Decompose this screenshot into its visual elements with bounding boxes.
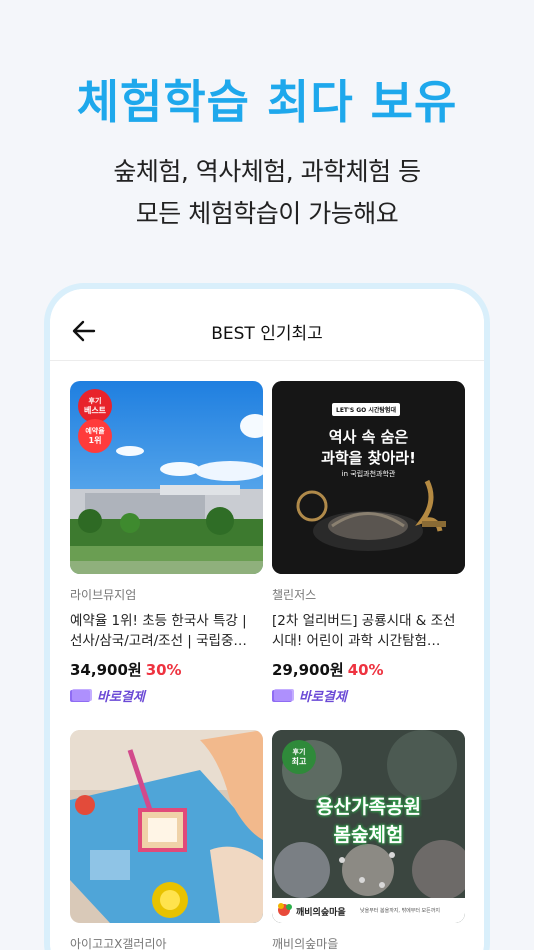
image-title-line-1: 용산가족공원 [316,796,421,818]
hero-subline-2: 모든 체험학습이 가능해요 [135,199,399,228]
product-title[interactable]: [2차 얼리버드] 공룡시대 & 조선시대! 어린이 과학 시간탐험… [272,611,465,651]
discount-rate: 40% [347,661,384,679]
product-title[interactable]: 예약율 1위! 초등 한국사 특강 | 선사/삼국/고려/조선 | 국립중… [70,611,263,651]
product-card[interactable]: 후기 베스트 예약율 1위 라이브뮤지엄 예약율 1위! 초등 한국사 특강 |… [70,381,263,705]
vendor-name: 챌린저스 [272,588,317,602]
image-title-line-2: 과학을 찾아라! [321,449,416,467]
price: 34,900원 [70,661,142,679]
review-best-badge: 후기 최고 [282,740,316,774]
image-title-line-2: 봄숲체험 [333,824,404,846]
card-icon [272,688,294,702]
event-tag: LET'S GO 시간탐험대 [332,403,400,416]
card-icon [70,688,92,702]
product-card[interactable]: 후기 최고 용산가족공원 봄숲체험 깨비의숲마을 낮을부터 봄을까지, 밖에부터… [272,730,465,950]
image-title-line-1: 역사 속 숨은 [328,428,409,446]
price: 29,900원 [272,661,344,679]
page-title: BEST 인기최고 [211,324,323,344]
price-row: 34,900원 30% [70,659,263,680]
vendor-name: 깨비의숲마을 [272,937,339,950]
price-row: 29,900원 40% [272,659,465,680]
hero-headline: 체험학습 최다 보유 [76,75,458,129]
phone-frame: BEST 인기최고 후기 베스트 예약율 1위 라이브뮤지엄 예약율 1위! 초… [44,283,490,950]
discount-rate: 30% [145,661,182,679]
instant-pay-tag: 바로결제 [272,686,465,705]
product-card[interactable]: LET'S GO 시간탐험대 역사 속 숨은 과학을 찾아라! in 국립과천과… [272,381,465,705]
image-subtitle: in 국립과천과학관 [341,470,396,478]
hero-subline-1: 숲체험, 역사체험, 과학체험 등 [113,157,421,186]
reservation-rank-badge: 예약율 1위 [78,419,112,453]
review-best-badge: 후기 베스트 [78,389,112,423]
product-image[interactable]: 후기 베스트 예약율 1위 [70,381,263,574]
app-bar: BEST 인기최고 [50,289,484,361]
app-screen: BEST 인기최고 후기 베스트 예약율 1위 라이브뮤지엄 예약율 1위! 초… [50,289,484,950]
vendor-name: 라이브뮤지엄 [70,588,137,602]
vendor-name: 아이고고X갤러리아 [70,937,167,950]
product-image[interactable]: LET'S GO 시간탐험대 역사 속 숨은 과학을 찾아라! in 국립과천과… [272,381,465,574]
product-image[interactable] [70,730,263,923]
image-footer: 낮을부터 봄을까지, 밖에부터 모든까지 [360,908,440,914]
image-brand: 깨비의숲마을 [296,908,346,918]
product-card[interactable]: 아이고고X갤러리아 [70,730,263,950]
instant-pay-tag: 바로결제 [70,686,263,705]
product-image[interactable]: 후기 최고 용산가족공원 봄숲체험 깨비의숲마을 낮을부터 봄을까지, 밖에부터… [272,730,465,923]
